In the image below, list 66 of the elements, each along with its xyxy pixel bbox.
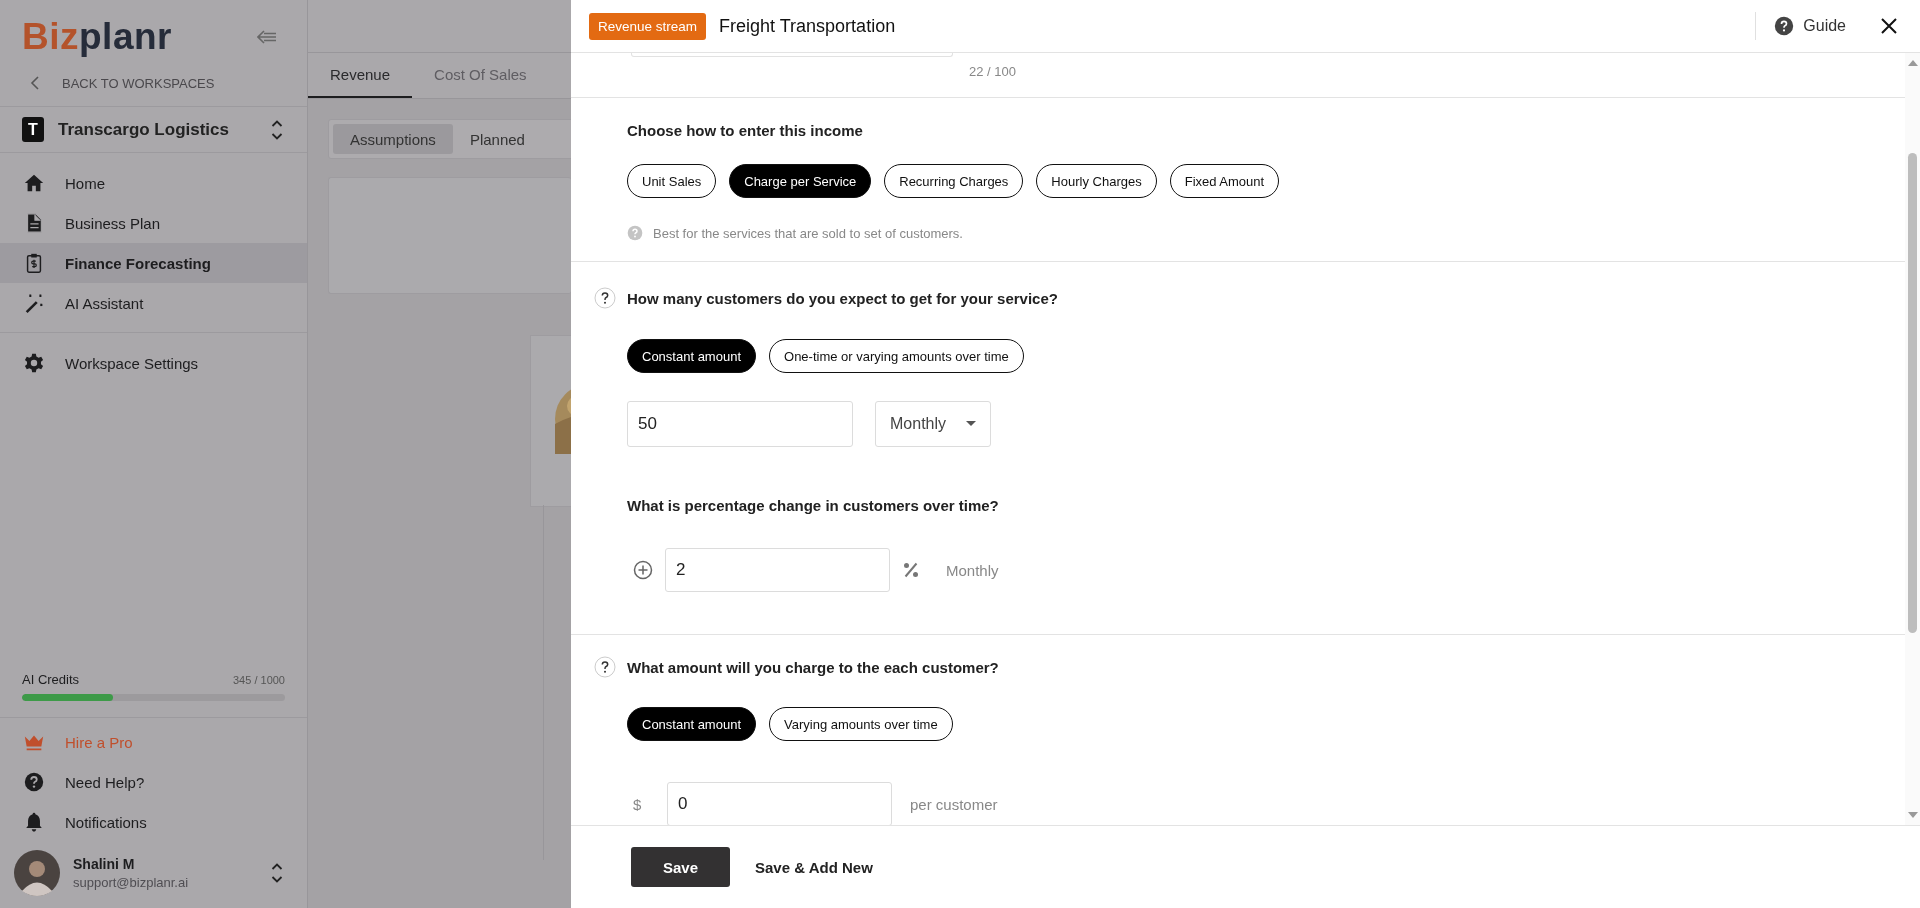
option-pill[interactable]: One-time or varying amounts over time [769, 339, 1024, 373]
save-button[interactable]: Save [631, 847, 730, 887]
help-icon[interactable] [594, 287, 616, 309]
dialog-title: Freight Transportation [719, 15, 896, 37]
currency-symbol: $ [633, 795, 643, 813]
help-icon [627, 225, 643, 241]
back-link[interactable]: BACK TO WORKSPACES [0, 60, 307, 106]
scroll-down-icon[interactable] [1906, 811, 1919, 819]
help-icon[interactable] [594, 656, 616, 678]
character-count: 22 / 100 [969, 64, 1016, 79]
settings-icon [23, 352, 45, 374]
user-email: support@bizplanr.ai [73, 875, 190, 890]
chevron-updown-icon [271, 118, 283, 141]
help-icon [1774, 16, 1795, 36]
credits-reading: 345 / 1000 [233, 674, 285, 686]
help-icon [23, 771, 45, 793]
workspace-switcher[interactable]: T Transcargo Logistics [0, 106, 307, 153]
credits-label: AI Credits [22, 672, 80, 687]
chevron-left-icon [30, 76, 40, 90]
revenue-stream-badge: Revenue stream [589, 12, 707, 40]
option-pill[interactable]: Charge per Service [729, 164, 872, 198]
option-pill[interactable]: Unit Sales [627, 164, 717, 198]
nav-item[interactable]: AI Assistant [0, 283, 307, 323]
close-icon[interactable] [1880, 17, 1898, 35]
question-label: What amount will you charge to the each customer? [627, 658, 999, 676]
option-pill[interactable]: Fixed Amount [1169, 164, 1280, 198]
user-menu[interactable]: Shalini M support@bizplanr.ai [0, 842, 307, 908]
option-pill[interactable]: Constant amount [627, 707, 756, 741]
caret-icon [966, 421, 976, 427]
view-toggle[interactable]: Assumptions [333, 124, 453, 154]
guide-button[interactable]: Guide [1774, 16, 1846, 36]
amount-input[interactable]: 0 [667, 782, 892, 825]
period-select[interactable]: Monthly [875, 401, 991, 447]
option-pill[interactable]: Hourly Charges [1036, 164, 1157, 198]
nav-item[interactable]: Business Plan [0, 203, 307, 243]
nav-item[interactable]: Need Help? [0, 762, 307, 802]
save-and-add-new-button[interactable]: Save & Add New [745, 850, 883, 884]
scrollbar[interactable] [1905, 53, 1920, 825]
nav-item[interactable]: Home [0, 163, 307, 203]
plus-circle-icon[interactable] [633, 560, 653, 580]
avatar [14, 850, 60, 896]
chevron-updown-icon [271, 862, 283, 884]
question-label: What is percentage change in customers over time? [627, 497, 1000, 514]
magic-wand-icon [23, 292, 45, 314]
nav-item[interactable]: Workspace Settings [0, 343, 307, 383]
scroll-up-icon[interactable] [1906, 59, 1919, 67]
option-pill[interactable]: Varying amounts over time [769, 707, 953, 741]
logo: Bizplanr [22, 16, 172, 58]
tab[interactable]: Revenue [308, 53, 413, 98]
customers-input[interactable]: 50 [627, 401, 853, 447]
hint-text: Best for the services that are sold to set of customers. [653, 225, 963, 241]
section-title: Choose how to enter this income [627, 122, 864, 139]
home-icon [23, 172, 45, 194]
option-pill[interactable]: Constant amount [627, 339, 756, 373]
scrollbar-thumb[interactable] [1908, 153, 1917, 633]
period-label: Monthly [946, 561, 999, 579]
percentage-input[interactable]: 2 [665, 548, 890, 592]
option-pill[interactable]: Recurring Charges [884, 164, 1024, 198]
nav-item[interactable]: Notifications [0, 802, 307, 842]
view-toggle[interactable]: Planned [452, 124, 542, 154]
collapse-sidebar-icon[interactable] [257, 30, 277, 44]
user-name: Shalini M [73, 856, 136, 872]
nav-item[interactable]: Finance Forecasting [0, 243, 307, 283]
unit-label: per customer [910, 795, 998, 813]
percent-icon [902, 561, 920, 579]
question-label: How many customers do you expect to get for your service? [627, 289, 1058, 307]
